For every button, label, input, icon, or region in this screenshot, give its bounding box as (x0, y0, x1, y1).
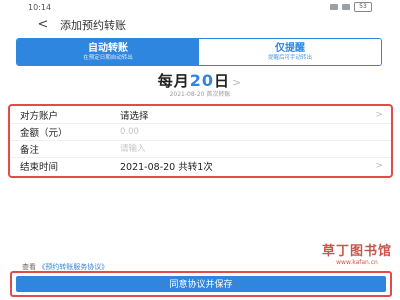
battery-icon: 53 (354, 2, 372, 12)
status-icons: 53 (330, 2, 372, 12)
frequency-day: 20 (189, 71, 215, 90)
frequency-selector[interactable]: 每月20日 > 2021-08-20 首次转账 (0, 70, 400, 98)
transfer-form: 对方账户 请选择 > 金额（元） 备注 结束时间 2021-08-20 共转1次… (8, 104, 393, 178)
end-time-select[interactable]: 2021-08-20 共转1次 (120, 159, 213, 173)
chevron-right-icon: > (232, 76, 243, 89)
form-row-end-time[interactable]: 结束时间 2021-08-20 共转1次 > (10, 157, 391, 174)
page-title: 添加预约转账 (60, 19, 126, 32)
form-label: 备注 (20, 144, 40, 156)
signal-icon (330, 4, 338, 10)
chevron-right-icon: > (375, 160, 383, 171)
agree-and-save-button[interactable]: 同意协议并保存 (16, 276, 386, 292)
tab-subtitle: 在预定日期自动转出 (83, 54, 133, 61)
wifi-icon (342, 4, 350, 10)
tab-auto-transfer[interactable]: 自动转账 在预定日期自动转出 (17, 39, 199, 65)
form-label: 金额（元） (20, 127, 68, 139)
form-row-remark: 备注 (10, 140, 391, 158)
agreement-prefix: 查看 (22, 263, 36, 271)
agreement-link[interactable]: 《预约转账服务协议》 (38, 263, 108, 271)
app-screen: 10:14 53 < 添加预约转账 自动转账 在预定日期自动转出 仅提醒 提醒后… (0, 0, 400, 300)
tab-title: 自动转账 (88, 42, 128, 54)
watermark-text: 草丁图书馆 (321, 244, 392, 259)
form-label: 对方账户 (20, 110, 59, 122)
status-bar: 10:14 53 (0, 0, 400, 14)
form-label: 结束时间 (20, 161, 59, 173)
page-header: < 添加预约转账 (0, 14, 400, 34)
form-row-account[interactable]: 对方账户 请选择 > (10, 106, 391, 124)
frequency-suffix: 日 (214, 72, 231, 90)
status-time: 10:14 (28, 2, 52, 12)
tab-title: 仅提醒 (275, 42, 305, 54)
watermark-logo: 草丁图书馆 www.kafan.cn (322, 240, 392, 266)
account-select[interactable]: 请选择 (120, 108, 149, 122)
form-row-amount: 金额（元） (10, 123, 391, 141)
transfer-mode-tabs: 自动转账 在预定日期自动转出 仅提醒 提醒后可手动转出 (16, 38, 382, 66)
back-arrow-icon[interactable]: < (36, 17, 50, 32)
remark-input[interactable] (120, 142, 320, 155)
watermark-url: www.kafan.cn (336, 259, 378, 266)
frequency-text: 每月20日 > (0, 70, 400, 91)
first-transfer-caption: 2021-08-20 首次转账 (169, 91, 231, 98)
amount-input[interactable] (120, 125, 320, 138)
tab-subtitle: 提醒后可手动转出 (267, 54, 312, 61)
tab-remind-only[interactable]: 仅提醒 提醒后可手动转出 (199, 39, 381, 65)
chevron-right-icon: > (375, 109, 383, 120)
submit-highlight: 同意协议并保存 (10, 271, 392, 297)
frequency-prefix: 每月 (157, 72, 190, 90)
